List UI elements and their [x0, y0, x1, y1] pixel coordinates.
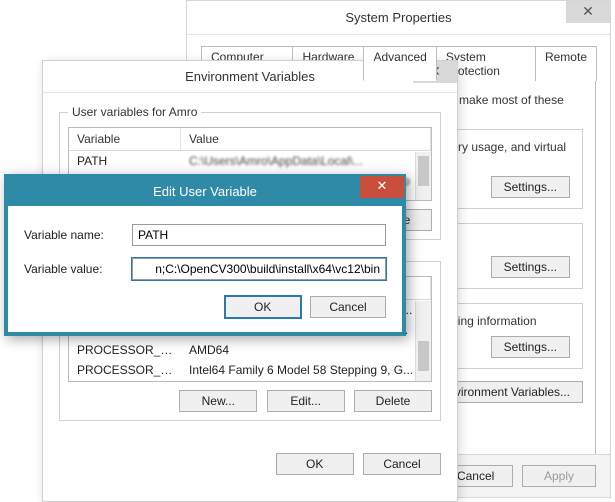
- list-header: Variable Value: [69, 128, 431, 151]
- system-properties-title: System Properties: [187, 1, 610, 34]
- system-new-button[interactable]: New...: [179, 390, 257, 412]
- edit-user-variable-body: Variable name: Variable value: OK Cancel: [8, 206, 402, 332]
- scrollbar-thumb[interactable]: [418, 156, 429, 186]
- table-row[interactable]: PROCESSOR_ID... Intel64 Family 6 Model 5…: [69, 360, 431, 380]
- scrollbar-thumb[interactable]: [418, 341, 429, 371]
- environment-variables-bottombar: OK Cancel: [43, 447, 457, 487]
- cell-value: AMD64: [181, 340, 431, 360]
- user-profiles-settings-button[interactable]: Settings...: [491, 256, 570, 278]
- close-icon[interactable]: ✕: [566, 1, 610, 23]
- tab-remote[interactable]: Remote: [535, 46, 597, 81]
- cell-name: PROCESSOR_A...: [69, 340, 181, 360]
- user-variables-legend: User variables for Amro: [68, 105, 201, 119]
- variable-value-label: Variable value:: [24, 262, 132, 276]
- performance-settings-button[interactable]: Settings...: [491, 176, 570, 198]
- variable-value-input[interactable]: [132, 258, 386, 280]
- apply-button[interactable]: Apply: [522, 465, 596, 487]
- cell-name: PATH: [69, 151, 181, 171]
- system-delete-button[interactable]: Delete: [354, 390, 432, 412]
- table-row[interactable]: PROCESSOR_A... AMD64: [69, 340, 431, 360]
- scrollbar[interactable]: [415, 301, 431, 381]
- cancel-button[interactable]: Cancel: [310, 296, 386, 318]
- edit-user-variable-titlebar: Edit User Variable ✕: [8, 178, 402, 206]
- col-value[interactable]: Value: [181, 128, 431, 150]
- system-properties-titlebar: System Properties ✕: [187, 1, 610, 35]
- edit-user-variable-title: Edit User Variable: [8, 178, 402, 206]
- cell-value: C:\Users\Amro\AppData\Local\...: [181, 151, 431, 171]
- variable-name-label: Variable name:: [24, 228, 132, 242]
- system-edit-button[interactable]: Edit...: [267, 390, 345, 412]
- startup-settings-button[interactable]: Settings...: [491, 336, 570, 358]
- tab-advanced[interactable]: Advanced: [363, 46, 436, 81]
- ok-button[interactable]: OK: [225, 296, 301, 318]
- edit-user-variable-dialog: Edit User Variable ✕ Variable name: Vari…: [4, 174, 406, 336]
- cancel-button[interactable]: Cancel: [363, 453, 441, 475]
- table-row[interactable]: PATH C:\Users\Amro\AppData\Local\...: [69, 151, 431, 171]
- variable-name-input[interactable]: [132, 224, 386, 246]
- cell-value: Intel64 Family 6 Model 58 Stepping 9, G.…: [181, 360, 431, 380]
- close-icon[interactable]: ✕: [360, 176, 404, 198]
- col-variable[interactable]: Variable: [69, 128, 181, 150]
- cell-name: PROCESSOR_ID...: [69, 360, 181, 380]
- ok-button[interactable]: OK: [276, 453, 354, 475]
- scrollbar[interactable]: [415, 152, 431, 200]
